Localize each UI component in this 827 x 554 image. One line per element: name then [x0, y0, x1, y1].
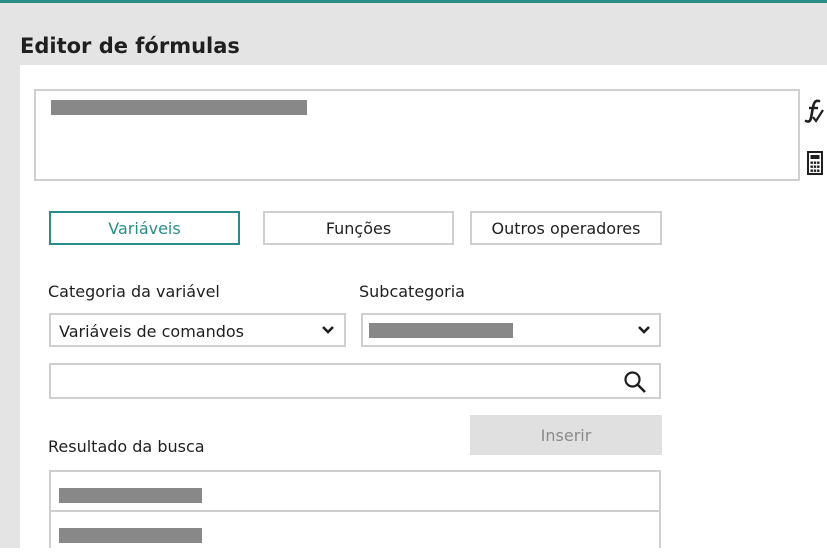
tab-outros-operadores[interactable]: Outros operadores	[470, 211, 662, 245]
category-label: Categoria da variável	[48, 282, 220, 301]
search-icon[interactable]	[623, 370, 647, 394]
chevron-down-icon	[322, 326, 334, 334]
calculator-icon[interactable]	[806, 150, 826, 176]
formula-editor-field[interactable]	[34, 89, 800, 181]
subcategory-label: Subcategoria	[359, 282, 465, 301]
function-icon[interactable]	[804, 98, 824, 124]
page-title: Editor de fórmulas	[20, 34, 240, 58]
insert-button[interactable]: Inserir	[470, 415, 662, 455]
header-bar: Editor de fórmulas	[0, 3, 827, 65]
category-select-value: Variáveis de comandos	[59, 322, 244, 341]
redacted-result-text	[59, 488, 202, 503]
tab-funcoes[interactable]: Funções	[263, 211, 454, 245]
list-item[interactable]	[51, 472, 659, 512]
list-item[interactable]	[51, 514, 659, 554]
chevron-down-icon	[638, 326, 650, 334]
category-select[interactable]: Variáveis de comandos	[49, 313, 346, 347]
search-input[interactable]	[57, 369, 621, 395]
redacted-subcategory-value	[369, 323, 513, 338]
left-panel	[0, 65, 20, 548]
search-results-list	[49, 470, 661, 548]
redacted-formula-text	[51, 100, 307, 115]
redacted-result-text	[59, 528, 202, 543]
search-results-label: Resultado da busca	[48, 437, 205, 456]
tab-variaveis[interactable]: Variáveis	[49, 211, 240, 245]
search-box[interactable]	[49, 363, 661, 399]
subcategory-select[interactable]	[361, 313, 661, 347]
